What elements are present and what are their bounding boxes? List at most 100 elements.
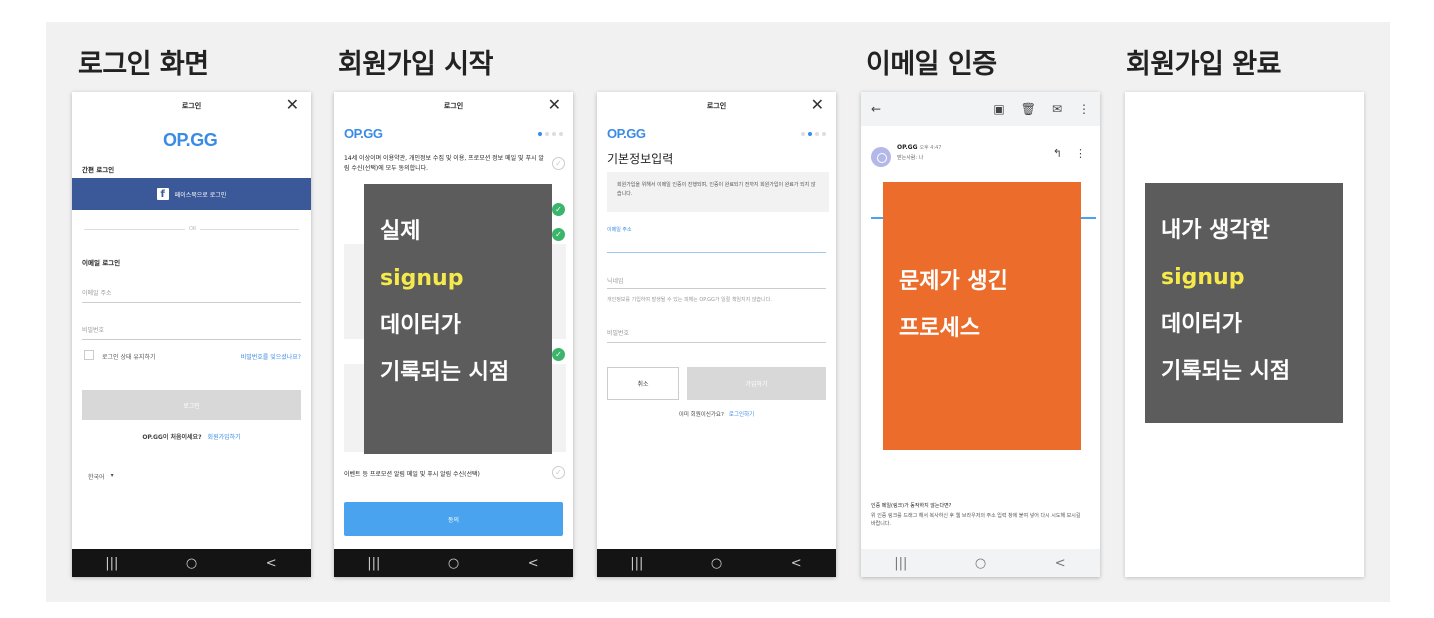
opgg-logo: OP.GG xyxy=(607,126,646,141)
phone-basic-info: 로그인 ✕ OP.GG 기본정보입력 회원가입을 위해서 이메일 인증이 진행되… xyxy=(597,92,836,577)
close-icon[interactable]: ✕ xyxy=(286,95,299,114)
step-dot xyxy=(559,132,563,136)
agree-button[interactable]: 동의 xyxy=(344,502,563,536)
promo-check-icon[interactable]: ✓ xyxy=(552,466,565,479)
overlay-line: 데이터가 xyxy=(380,313,461,338)
overlay-line-highlight: signup xyxy=(380,266,464,291)
agree-all-text: 14세 이상이며 이용약관, 개인정보 수집 및 이용, 프로모션 정보 메일 … xyxy=(344,155,544,172)
screen-header: 로그인 ✕ xyxy=(334,92,573,120)
nickname-help: 개인정보를 기입하여 발생될 수 있는 피해는 OP.GG가 일절 책임지지 않… xyxy=(607,297,772,303)
header-title: 로그인 xyxy=(181,102,202,110)
recent-apps-icon[interactable]: ||| xyxy=(102,556,122,571)
back-icon[interactable]: < xyxy=(523,556,543,571)
title-signup-complete: 회원가입 완료 xyxy=(1126,49,1281,80)
nickname-input[interactable]: 닉네임 xyxy=(607,276,624,285)
home-icon[interactable]: ○ xyxy=(970,556,990,571)
home-icon[interactable]: ○ xyxy=(181,556,201,571)
title-signup-start: 회원가입 시작 xyxy=(338,49,493,80)
gmail-toolbar: ← ▣ 🗑 ✉ ⋮ xyxy=(861,92,1100,126)
forgot-password-link[interactable]: 비밀번호를 잊으셨나요? xyxy=(241,352,301,361)
overlay-line: 기록되는 시점 xyxy=(380,360,510,385)
home-icon[interactable]: ○ xyxy=(443,556,463,571)
opgg-logo: OP.GG xyxy=(163,130,218,150)
recent-apps-icon[interactable]: ||| xyxy=(891,556,911,571)
overlay-expected-signup-point: 내가 생각한 signup 데이터가 기록되는 시점 xyxy=(1145,183,1343,423)
step-dot xyxy=(545,132,549,136)
promo-label: 이벤트 등 프로모션 알림 메일 및 푸시 알림 수신(선택) xyxy=(344,471,480,478)
nickname-underline xyxy=(607,288,826,289)
check-icon[interactable]: ✓ xyxy=(552,203,565,216)
language-select[interactable]: 한국어 ▾ xyxy=(88,472,114,481)
close-icon[interactable]: ✕ xyxy=(548,95,561,114)
avatar xyxy=(871,147,891,167)
archive-icon[interactable]: ▣ xyxy=(993,102,1004,116)
sender-name: OP.GG xyxy=(897,144,918,151)
sender-row: OP.GG 오후 4:47 xyxy=(897,144,941,151)
page-title: 기본정보입력 xyxy=(607,152,674,166)
more-vert-icon[interactable]: ⋮ xyxy=(1078,102,1090,116)
facebook-login-button[interactable]: f 페이스북으로 로그인 xyxy=(72,178,311,210)
email-input[interactable] xyxy=(607,252,826,253)
email-input-underline xyxy=(82,302,301,303)
overlay-line: 문제가 생긴 xyxy=(899,269,1008,294)
footer-title: 인증 메일(링크)가 동작하지 않는다면? xyxy=(871,503,952,509)
recent-apps-icon[interactable]: ||| xyxy=(364,556,384,571)
signup-link[interactable]: 회원가입하기 xyxy=(208,432,241,441)
footer-body: 위 인증 링크를 드래그 해서 복사하신 후 웹 브라우저의 주소 입력 창에 … xyxy=(871,513,1081,527)
facebook-login-label: 페이스북으로 로그인 xyxy=(174,191,227,199)
keep-logged-in-label: 로그인 상태 유지하기 xyxy=(102,354,156,361)
email-login-label: 이메일 로그인 xyxy=(82,259,121,267)
password-input[interactable]: 비밀번호 xyxy=(607,328,629,337)
notice-text: 회원가입을 위해서 이메일 인증이 진행되며, 인증이 완료되기 전까지 회원가… xyxy=(617,182,816,197)
email-input[interactable]: 이메일 주소 xyxy=(82,288,112,297)
android-navbar: ||| ○ < xyxy=(861,549,1100,577)
check-icon[interactable]: ✓ xyxy=(552,228,565,241)
login-link[interactable]: 로그인하기 xyxy=(729,410,754,418)
login-prompt-row: 이미 회원이신가요? 로그인하기 xyxy=(597,410,836,418)
back-icon[interactable]: < xyxy=(1050,556,1070,571)
header-title: 로그인 xyxy=(706,102,727,110)
keep-logged-in-checkbox[interactable] xyxy=(84,350,94,360)
more-vert-icon[interactable]: ⋮ xyxy=(1075,147,1086,160)
recipient[interactable]: 받는사람: 나 xyxy=(897,154,923,161)
cancel-button[interactable]: 취소 xyxy=(607,367,679,400)
android-navbar: ||| ○ < xyxy=(72,549,311,577)
overlay-line: 데이터가 xyxy=(1161,312,1242,337)
delete-icon[interactable]: 🗑 xyxy=(1021,102,1036,116)
recent-apps-icon[interactable]: ||| xyxy=(627,556,647,571)
opgg-logo: OP.GG xyxy=(344,126,383,141)
step-dot xyxy=(552,132,556,136)
language-value: 한국어 xyxy=(88,474,105,481)
step-dot xyxy=(815,132,819,136)
title-email-verify: 이메일 인증 xyxy=(866,49,997,80)
signup-prompt: OP.GG이 처음이세요? xyxy=(142,434,202,441)
login-button[interactable]: 로그인 xyxy=(82,390,301,420)
back-arrow-icon[interactable]: ← xyxy=(871,102,881,116)
step-dot xyxy=(822,132,826,136)
screen-header: 로그인 ✕ xyxy=(597,92,836,120)
check-icon[interactable]: ✓ xyxy=(552,348,565,361)
facebook-icon: f xyxy=(156,188,169,200)
home-icon[interactable]: ○ xyxy=(706,556,726,571)
phone-email-verify: ← ▣ 🗑 ✉ ⋮ OP.GG 오후 4:47 받는사람: 나 ↰ ⋮ 인증 메… xyxy=(861,92,1100,577)
back-icon[interactable]: < xyxy=(786,556,806,571)
overlay-actual-signup-point: 실제 signup 데이터가 기록되는 시점 xyxy=(364,184,552,454)
reply-icon[interactable]: ↰ xyxy=(1053,147,1062,160)
step-indicator xyxy=(801,132,826,136)
android-navbar: ||| ○ < xyxy=(597,549,836,577)
phone-signup-complete: 내가 생각한 signup 데이터가 기록되는 시점 xyxy=(1125,92,1364,577)
agree-all-check-icon[interactable]: ✓ xyxy=(552,157,565,170)
title-login-screen: 로그인 화면 xyxy=(78,49,209,80)
overlay-line: 실제 xyxy=(380,219,421,244)
back-icon[interactable]: < xyxy=(261,556,281,571)
submit-button[interactable]: 가입하기 xyxy=(687,367,826,400)
overlay-line: 프로세스 xyxy=(899,316,980,341)
mail-icon[interactable]: ✉ xyxy=(1052,102,1062,116)
password-input-underline xyxy=(82,339,301,340)
phone-login-screen: 로그인 ✕ OP.GG 간편 로그인 f 페이스북으로 로그인 OR 이메일 로… xyxy=(72,92,311,577)
overlay-line: 내가 생각한 xyxy=(1161,218,1270,243)
password-input[interactable]: 비밀번호 xyxy=(82,325,104,334)
chevron-down-icon: ▾ xyxy=(110,472,114,479)
close-icon[interactable]: ✕ xyxy=(811,95,824,114)
toolbar-actions: ▣ 🗑 ✉ ⋮ xyxy=(993,102,1090,116)
